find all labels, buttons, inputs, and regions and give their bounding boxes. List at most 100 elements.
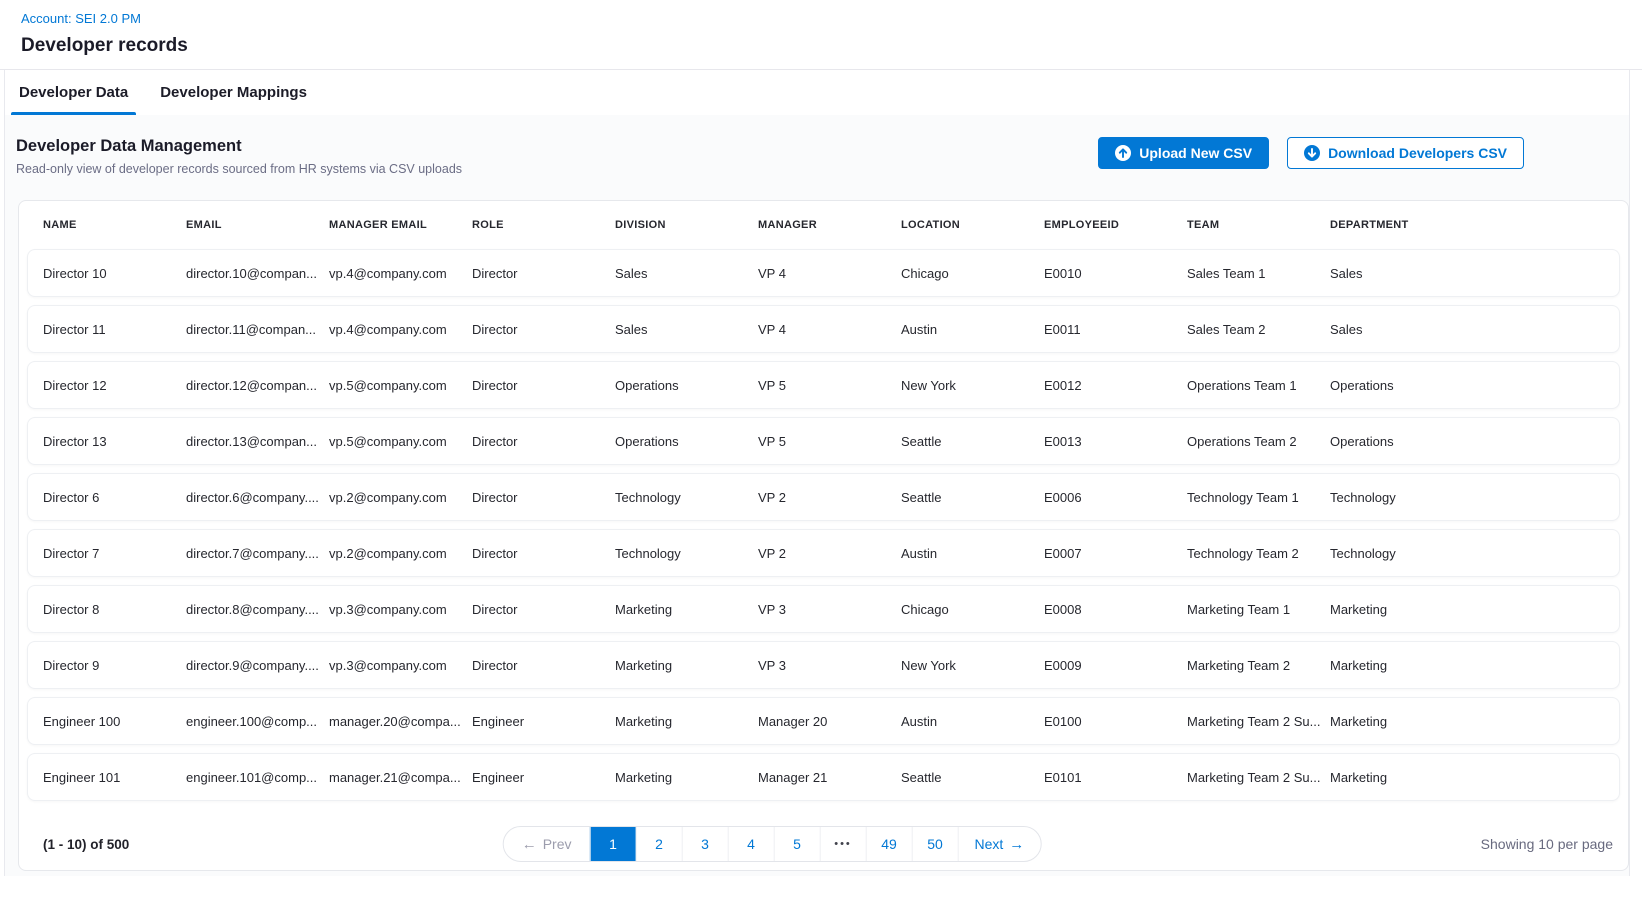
cell-department: Operations (1330, 434, 1619, 449)
cell-name: Engineer 101 (43, 770, 186, 785)
pagination-next-button[interactable]: Next → (958, 827, 1041, 861)
cell-location: Seattle (901, 490, 1044, 505)
pagination-page-50[interactable]: 50 (912, 827, 958, 861)
table-row: Director 7director.7@company....vp.2@com… (27, 529, 1620, 577)
cell-division: Sales (615, 322, 758, 337)
cell-department: Operations (1330, 378, 1619, 393)
table-row: Director 9director.9@company....vp.3@com… (27, 641, 1620, 689)
tab-developer-data[interactable]: Developer Data (11, 70, 136, 115)
developer-data-panel: Developer Data Management Read-only view… (5, 115, 1629, 876)
cell-location: New York (901, 658, 1044, 673)
account-breadcrumb-link[interactable]: Account: SEI 2.0 PM (21, 11, 141, 26)
cell-role: Director (472, 322, 615, 337)
pagination-page-5[interactable]: 5 (774, 827, 820, 861)
developer-table-card: NAMEEMAILMANAGER EMAILROLEDIVISIONMANAGE… (18, 200, 1629, 871)
upload-circle-icon (1115, 145, 1131, 161)
cell-role: Director (472, 378, 615, 393)
next-arrow-icon: → (1009, 836, 1024, 853)
cell-email: director.6@company.... (186, 490, 329, 505)
cell-manager-email: vp.5@company.com (329, 378, 472, 393)
cell-employeeid: E0013 (1044, 434, 1187, 449)
cell-department: Marketing (1330, 602, 1619, 617)
column-header-name: NAME (43, 219, 186, 231)
cell-department: Sales (1330, 322, 1619, 337)
cell-location: Chicago (901, 602, 1044, 617)
table-footer: (1 - 10) of 500 ←Prev12345•••4950Next→ S… (19, 809, 1628, 879)
cell-team: Technology Team 2 (1187, 546, 1330, 561)
cell-manager-email: vp.4@company.com (329, 322, 472, 337)
cell-name: Director 12 (43, 378, 186, 393)
panel-header: Developer Data Management Read-only view… (12, 137, 1623, 200)
section-subtitle: Read-only view of developer records sour… (16, 162, 462, 176)
cell-manager: VP 5 (758, 378, 901, 393)
cell-employeeid: E0008 (1044, 602, 1187, 617)
cell-name: Director 8 (43, 602, 186, 617)
cell-division: Technology (615, 546, 758, 561)
cell-manager-email: vp.3@company.com (329, 602, 472, 617)
panel-header-text: Developer Data Management Read-only view… (16, 137, 462, 176)
table-row: Engineer 101engineer.101@comp...manager.… (27, 753, 1620, 801)
pagination-prev-button[interactable]: ← Prev (504, 827, 590, 861)
pagination-page-2[interactable]: 2 (636, 827, 682, 861)
cell-email: director.7@company.... (186, 546, 329, 561)
pagination-page-49[interactable]: 49 (866, 827, 912, 861)
cell-manager-email: vp.2@company.com (329, 490, 472, 505)
cell-name: Director 6 (43, 490, 186, 505)
cell-manager: VP 5 (758, 434, 901, 449)
content-area: Developer Data Developer Mappings Develo… (4, 70, 1630, 876)
tab-bar: Developer Data Developer Mappings (5, 70, 1629, 115)
cell-manager: VP 2 (758, 546, 901, 561)
download-circle-icon (1304, 145, 1320, 161)
table-row: Director 6director.6@company....vp.2@com… (27, 473, 1620, 521)
cell-division: Marketing (615, 770, 758, 785)
cell-name: Director 10 (43, 266, 186, 281)
cell-email: engineer.100@comp... (186, 714, 329, 729)
cell-role: Director (472, 602, 615, 617)
cell-department: Sales (1330, 266, 1619, 281)
cell-division: Operations (615, 378, 758, 393)
cell-employeeid: E0007 (1044, 546, 1187, 561)
pagination: ← Prev 12345•••4950 Next → (503, 826, 1042, 862)
cell-email: director.9@company.... (186, 658, 329, 673)
cell-employeeid: E0101 (1044, 770, 1187, 785)
page: Account: SEI 2.0 PM Developer records De… (0, 0, 1642, 876)
tab-developer-mappings[interactable]: Developer Mappings (152, 70, 315, 115)
upload-new-csv-button[interactable]: Upload New CSV (1098, 137, 1269, 169)
table-row: Director 13director.13@compan...vp.5@com… (27, 417, 1620, 465)
cell-team: Marketing Team 2 Su... (1187, 770, 1330, 785)
pagination-page-1[interactable]: 1 (590, 827, 636, 861)
column-header-location: LOCATION (901, 219, 1044, 231)
cell-location: Chicago (901, 266, 1044, 281)
table-row: Director 8director.8@company....vp.3@com… (27, 585, 1620, 633)
cell-role: Director (472, 546, 615, 561)
cell-location: Austin (901, 322, 1044, 337)
cell-team: Operations Team 2 (1187, 434, 1330, 449)
prev-arrow-icon: ← (522, 836, 537, 853)
per-page-text: Showing 10 per page (1481, 836, 1613, 852)
prev-label: Prev (543, 836, 572, 852)
column-header-manager-email: MANAGER EMAIL (329, 219, 472, 231)
pagination-ellipsis: ••• (820, 827, 866, 861)
download-developers-csv-button[interactable]: Download Developers CSV (1287, 137, 1524, 169)
cell-email: director.13@compan... (186, 434, 329, 449)
next-label: Next (975, 836, 1004, 852)
cell-division: Marketing (615, 714, 758, 729)
cell-manager-email: manager.21@compa... (329, 770, 472, 785)
cell-team: Technology Team 1 (1187, 490, 1330, 505)
table-header-row: NAMEEMAILMANAGER EMAILROLEDIVISIONMANAGE… (19, 201, 1628, 249)
cell-name: Director 13 (43, 434, 186, 449)
table-body: Director 10director.10@compan...vp.4@com… (19, 249, 1628, 801)
cell-manager-email: vp.2@company.com (329, 546, 472, 561)
cell-role: Engineer (472, 770, 615, 785)
cell-location: New York (901, 378, 1044, 393)
cell-location: Seattle (901, 434, 1044, 449)
cell-department: Marketing (1330, 714, 1619, 729)
pagination-page-3[interactable]: 3 (682, 827, 728, 861)
pagination-page-4[interactable]: 4 (728, 827, 774, 861)
cell-manager: Manager 20 (758, 714, 901, 729)
page-header: Account: SEI 2.0 PM Developer records (0, 0, 1642, 70)
cell-name: Engineer 100 (43, 714, 186, 729)
cell-team: Sales Team 1 (1187, 266, 1330, 281)
cell-name: Director 9 (43, 658, 186, 673)
cell-department: Technology (1330, 546, 1619, 561)
